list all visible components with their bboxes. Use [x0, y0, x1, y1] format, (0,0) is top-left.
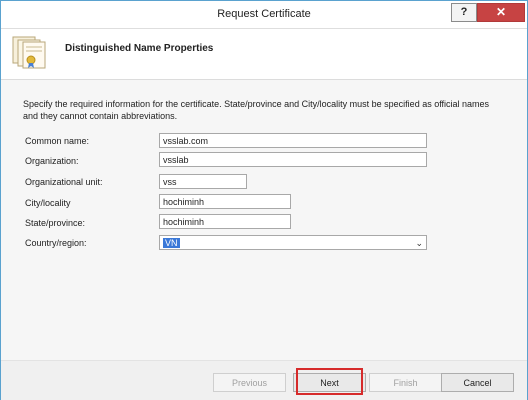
org-unit-field[interactable]: vss: [159, 174, 247, 189]
next-button-highlight: [296, 368, 363, 395]
wizard-footer: Previous Next Finish Cancel: [1, 360, 527, 400]
finish-button[interactable]: Finish: [369, 373, 442, 392]
cancel-button[interactable]: Cancel: [441, 373, 514, 392]
wizard-header: Distinguished Name Properties: [1, 29, 527, 80]
organization-label: Organization:: [25, 156, 79, 166]
organization-field[interactable]: vsslab: [159, 152, 427, 167]
country-label: Country/region:: [25, 238, 87, 248]
previous-button[interactable]: Previous: [213, 373, 286, 392]
chevron-down-icon[interactable]: ⌄: [415, 236, 423, 251]
country-select[interactable]: VN ⌄: [159, 235, 427, 250]
form-body: Specify the required information for the…: [1, 80, 527, 360]
title-bar: Request Certificate ? ✕: [1, 1, 527, 29]
state-label: State/province:: [25, 218, 86, 228]
country-selected-value: VN: [163, 238, 180, 248]
help-button[interactable]: ?: [451, 3, 477, 22]
org-unit-label: Organizational unit:: [25, 177, 103, 187]
city-label: City/locality: [25, 198, 71, 208]
certificate-icon: [12, 36, 46, 69]
window-title: Request Certificate: [217, 8, 311, 20]
common-name-field[interactable]: vsslab.com: [159, 133, 427, 148]
close-button[interactable]: ✕: [477, 3, 525, 22]
request-certificate-dialog: Request Certificate ? ✕ Distinguished Na…: [0, 0, 528, 400]
common-name-label: Common name:: [25, 136, 90, 146]
instructions-text: Specify the required information for the…: [23, 99, 490, 121]
state-field[interactable]: hochiminh: [159, 214, 291, 229]
city-field[interactable]: hochiminh: [159, 194, 291, 209]
page-title: Distinguished Name Properties: [65, 43, 214, 54]
